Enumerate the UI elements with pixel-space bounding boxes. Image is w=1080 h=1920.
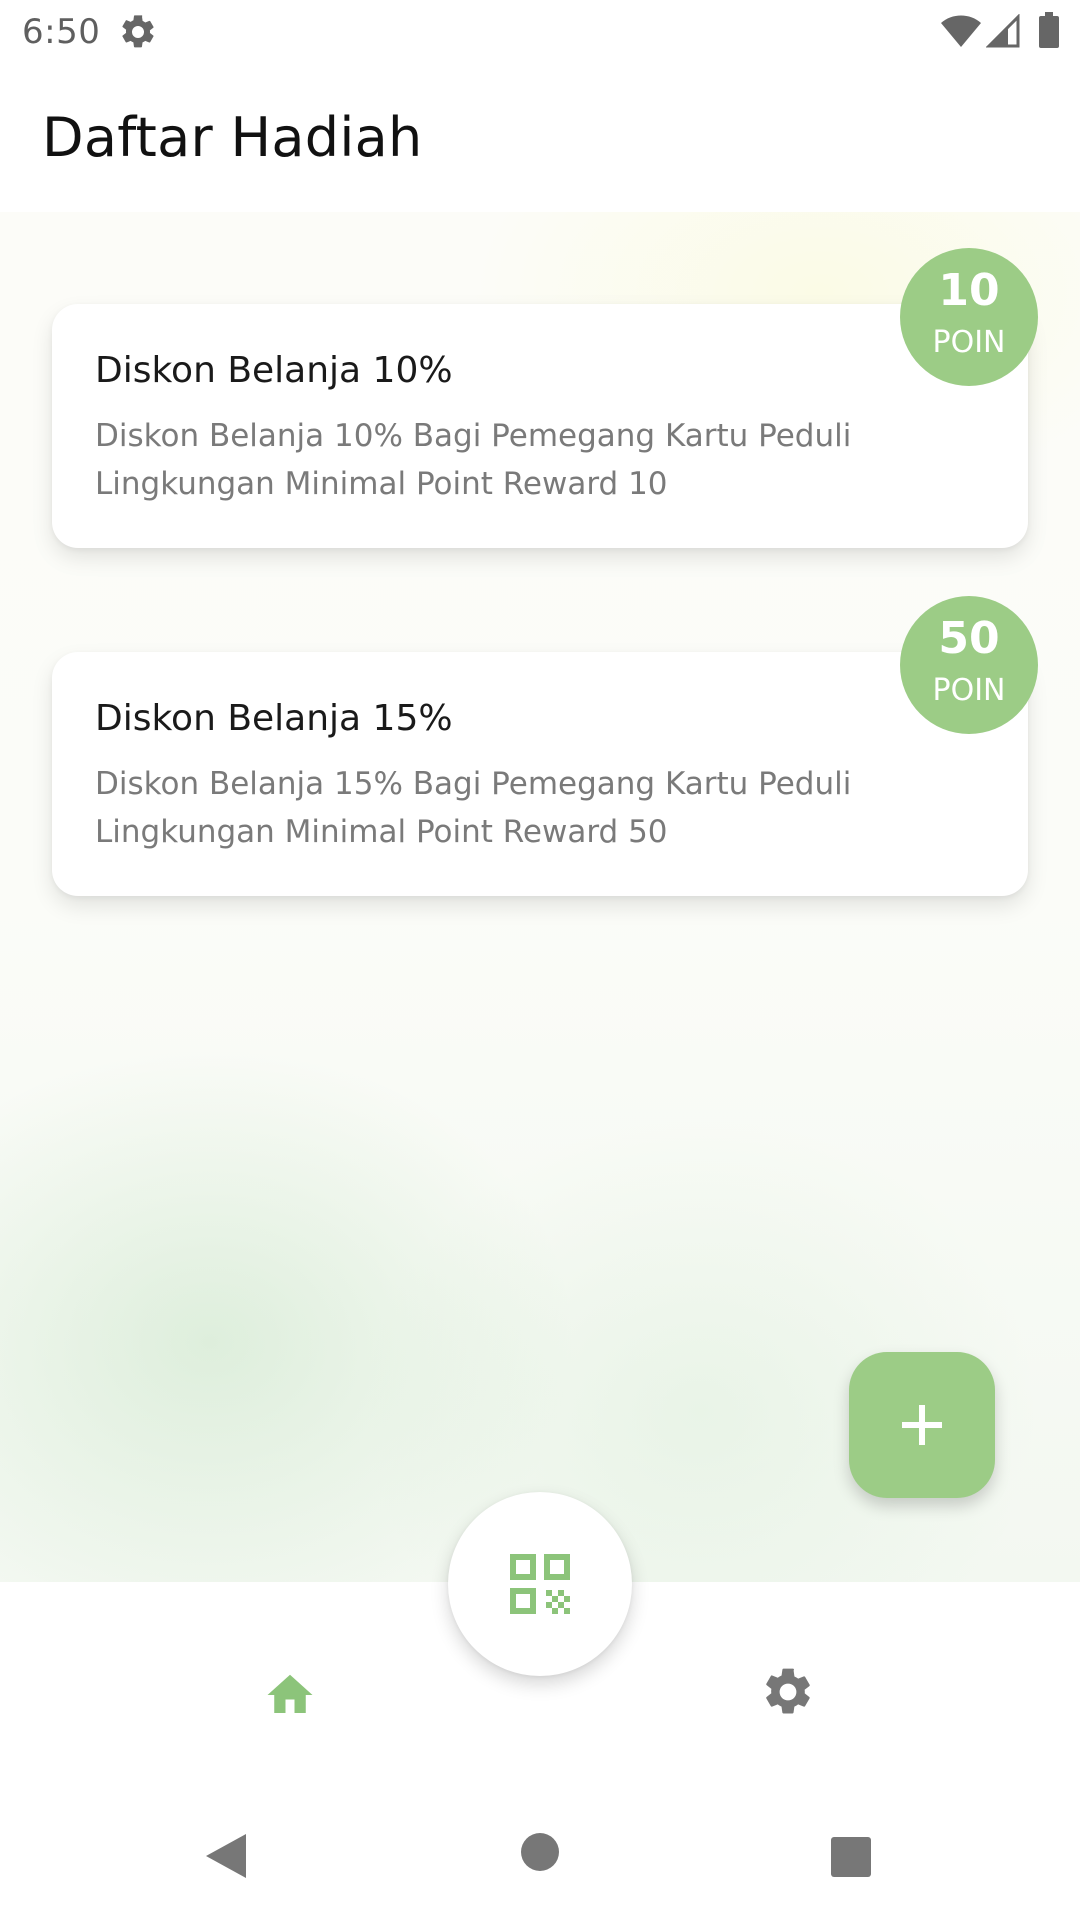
home-circle-icon[interactable] [520, 1832, 560, 1872]
reward-title: Diskon Belanja 15% [95, 698, 453, 739]
points-unit: POIN [932, 325, 1006, 360]
points-badge: 50 POIN [900, 596, 1038, 734]
gear-icon [122, 15, 154, 48]
back-icon[interactable] [204, 1832, 248, 1880]
status-bar: 6:50 [0, 0, 1080, 66]
system-nav-bar [0, 1792, 1080, 1920]
app-bar: Daftar Hadiah [0, 66, 1080, 212]
scan-qr-button[interactable] [448, 1492, 632, 1676]
plus-icon [902, 1405, 942, 1445]
points-unit: POIN [932, 673, 1006, 708]
points-value: 10 [938, 265, 1000, 316]
battery-icon [1039, 12, 1059, 48]
signal-icon [986, 14, 1020, 48]
qr-code-icon [510, 1554, 570, 1614]
reward-description: Diskon Belanja 15% Bagi Pemegang Kartu P… [95, 766, 852, 850]
home-icon[interactable] [262, 1668, 318, 1722]
wifi-icon [941, 15, 981, 47]
settings-icon[interactable] [760, 1664, 816, 1720]
points-value: 50 [938, 613, 1000, 664]
page-title: Daftar Hadiah [42, 106, 423, 169]
add-reward-button[interactable] [849, 1352, 995, 1498]
reward-title: Diskon Belanja 10% [95, 350, 453, 391]
recents-icon[interactable] [830, 1836, 872, 1878]
points-badge: 10 POIN [900, 248, 1038, 386]
status-time: 6:50 [22, 12, 101, 52]
reward-card[interactable]: Diskon Belanja 15% Diskon Belanja 15% Ba… [52, 652, 1028, 896]
reward-card[interactable]: Diskon Belanja 10% Diskon Belanja 10% Ba… [52, 304, 1028, 548]
reward-description: Diskon Belanja 10% Bagi Pemegang Kartu P… [95, 418, 852, 502]
